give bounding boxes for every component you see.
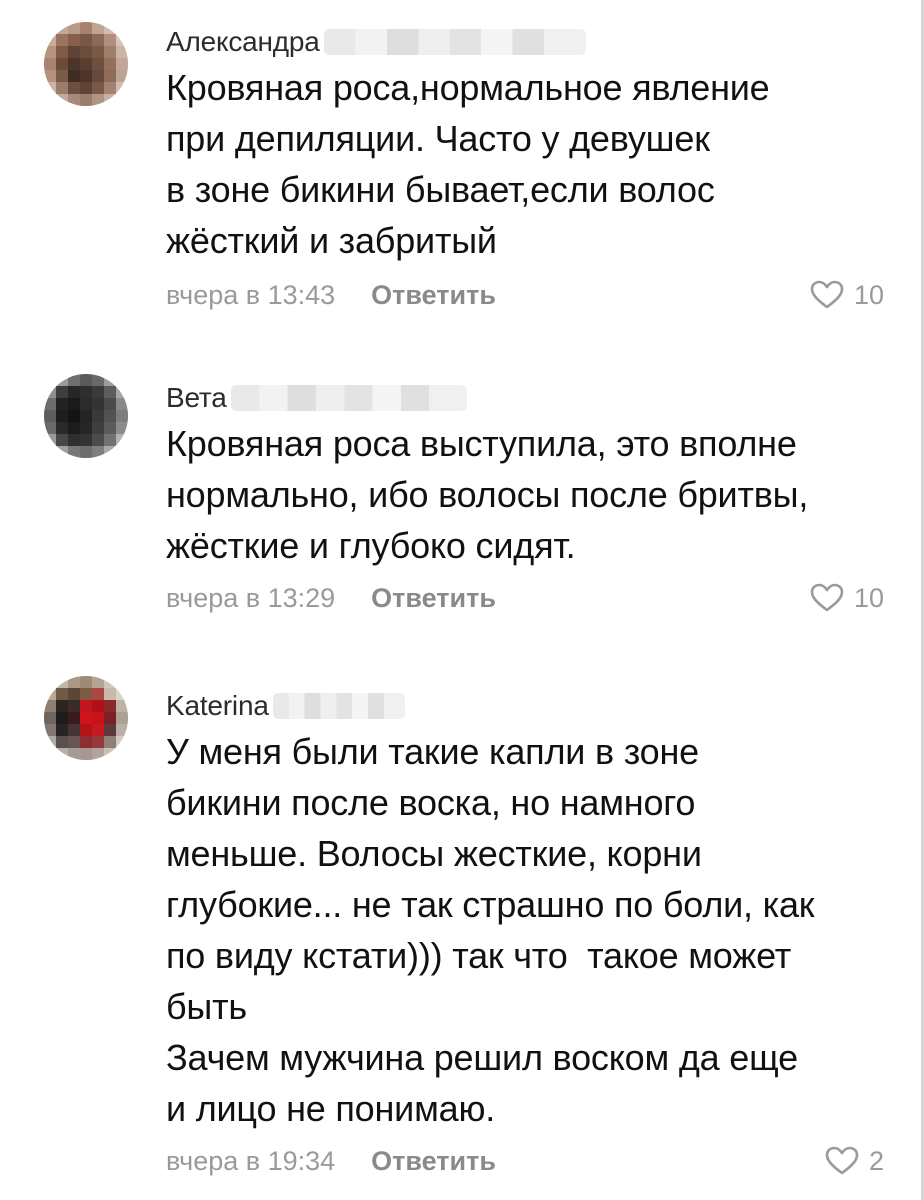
like-count: 2 [868,1145,884,1176]
reply-button[interactable]: Ответить [371,280,496,311]
like-counter[interactable]: 2 [825,1146,884,1177]
like-counter[interactable]: 10 [810,583,884,614]
redacted-name-block [323,29,586,55]
avatar[interactable] [44,374,128,458]
like-counter[interactable]: 10 [810,280,884,311]
comment-timestamp: вчера в 13:29 [166,582,336,613]
comment-timestamp: вчера в 13:43 [166,279,336,310]
avatar[interactable] [44,676,128,760]
comment-author[interactable]: Katerina [166,690,269,722]
redacted-name-block [230,385,467,411]
comment-timestamp: вчера в 19:34 [166,1145,336,1176]
heart-outline-icon[interactable] [825,1146,859,1176]
heart-outline-icon[interactable] [810,280,844,310]
comment-author[interactable]: Александра [166,26,320,58]
avatar[interactable] [44,22,128,106]
comment-text: У меня были такие капли в зоне бикини по… [166,731,815,1129]
reply-button[interactable]: Ответить [371,1146,496,1177]
like-count: 10 [853,279,884,310]
redacted-name-block [272,693,405,719]
comment-text: Кровяная роса,нормальное явление при деп… [166,67,770,261]
heart-outline-icon[interactable] [810,583,844,613]
comment-author[interactable]: Вета [166,382,227,414]
like-count: 10 [853,582,884,613]
comment-text: Кровяная роса выступила, это вполне норм… [166,423,809,566]
reply-button[interactable]: Ответить [371,583,496,614]
